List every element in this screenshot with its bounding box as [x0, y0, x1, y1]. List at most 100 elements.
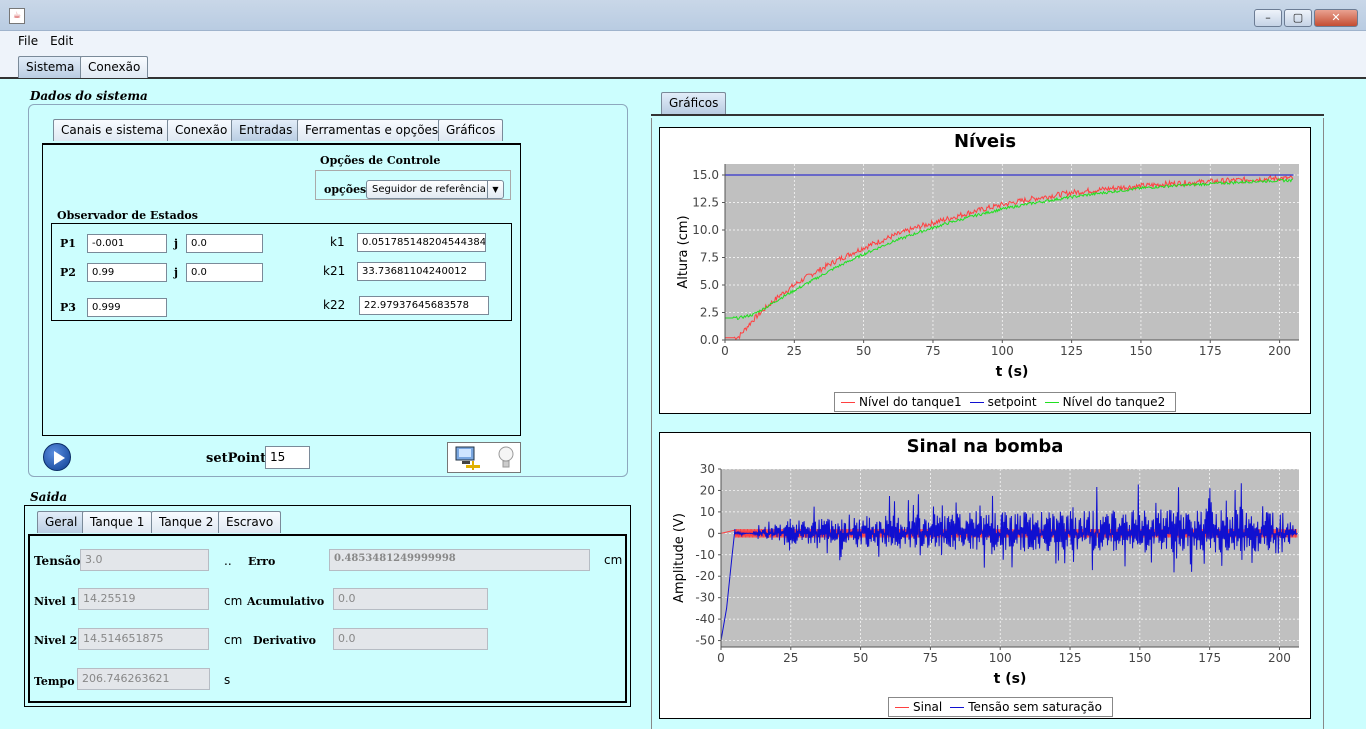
- p1-input[interactable]: -0.001: [87, 234, 167, 253]
- lightbulb-icon[interactable]: [496, 443, 516, 472]
- derivativo-field: 0.0: [333, 628, 488, 650]
- maximize-button[interactable]: ▢: [1284, 9, 1312, 27]
- k1-input[interactable]: 0.051785148204544384: [357, 233, 486, 252]
- x-tick-label: 175: [1199, 344, 1222, 358]
- p2-label: P2: [60, 266, 76, 279]
- tensao-dots: ..: [224, 554, 232, 568]
- x-tick-label: 200: [1268, 344, 1291, 358]
- title-bar: ☕ – ▢ ✕: [0, 0, 1366, 31]
- x-axis-label: t (s): [996, 364, 1029, 380]
- x-tick-label: 150: [1128, 651, 1151, 665]
- y-axis-label: Altura (cm): [676, 215, 691, 288]
- tab-entradas[interactable]: Entradas: [231, 119, 301, 141]
- tab-geral[interactable]: Geral: [37, 511, 86, 533]
- y-tick-label: -20: [695, 569, 715, 583]
- nivel2-unit: cm: [224, 633, 243, 647]
- setpoint-input[interactable]: 15: [265, 446, 310, 469]
- y-tick-label: -50: [695, 634, 715, 648]
- j1-label: j: [174, 237, 178, 250]
- tab-graficos[interactable]: Gráficos: [661, 92, 727, 114]
- p3-input[interactable]: 0.999: [87, 298, 167, 317]
- tab-ferramentas[interactable]: Ferramentas e opções: [297, 119, 447, 141]
- y-tick-label: 15.0: [692, 168, 719, 182]
- observador-title: Observador de Estados: [57, 209, 198, 222]
- menu-bar: File Edit: [0, 31, 1366, 53]
- legend-tanque2: Nível do tanque2: [1062, 395, 1166, 409]
- p2-input[interactable]: 0.99: [87, 263, 167, 282]
- window-controls: – ▢ ✕: [1254, 9, 1358, 27]
- x-tick-label: 75: [925, 344, 940, 358]
- bomba-chart: Sinal na bomba 0 25 50 75 100 125 150 175 200 -50…: [659, 432, 1311, 719]
- menu-edit[interactable]: Edit: [44, 31, 79, 53]
- nivel2-field: 14.514651875: [78, 628, 209, 650]
- dados-tabs: Canais e sistema Conexão Entradas Ferram…: [53, 119, 523, 143]
- tab-escravo[interactable]: Escravo: [218, 511, 282, 533]
- acumulativo-label: Acumulativo: [247, 595, 325, 608]
- legend-sinal: Sinal: [913, 700, 943, 714]
- k1-label: k1: [330, 235, 345, 249]
- y-tick-label: -30: [695, 591, 715, 605]
- tempo-field: 206.746263621: [77, 668, 210, 690]
- bomba-chart-svg: 0 25 50 75 100 125 150 175 200 -50 -40 -30 -20 -10 0 10…: [672, 462, 1299, 687]
- legend-swatch-tanque1: [841, 401, 855, 403]
- main-tabs: Sistema Conexão: [0, 53, 1366, 79]
- opcoes-controle-title: Opções de Controle: [320, 154, 441, 167]
- tempo-label: Tempo: [34, 675, 75, 688]
- tools-button-group: [447, 442, 521, 473]
- legend-tanque1: Nível do tanque1: [859, 395, 962, 409]
- erro-field: 0.4853481249999998: [329, 549, 590, 571]
- graficos-tab-line: [651, 114, 1324, 116]
- y-tick-label: 20: [700, 483, 715, 497]
- erro-label: Erro: [248, 555, 276, 568]
- x-tick-label: 150: [1129, 344, 1152, 358]
- legend-swatch-tanque2: [1044, 401, 1059, 403]
- j2-label: j: [174, 266, 178, 279]
- tab-sistema[interactable]: Sistema: [18, 56, 83, 78]
- tab-canais-sistema[interactable]: Canais e sistema: [53, 119, 172, 141]
- chevron-down-icon: ▼: [487, 181, 503, 198]
- opcoes-dropdown[interactable]: Seguidor de referência ▼: [366, 180, 504, 199]
- close-button[interactable]: ✕: [1314, 9, 1358, 27]
- tab-tanque1[interactable]: Tanque 1: [82, 511, 153, 533]
- setpoint-label: setPoint: [206, 451, 267, 466]
- legend-swatch-sinal: [895, 706, 909, 708]
- x-tick-label: 75: [923, 651, 938, 665]
- y-tick-label: 10: [700, 505, 715, 519]
- plot-area: [721, 469, 1299, 647]
- play-button[interactable]: [43, 443, 71, 471]
- derivativo-label: Derivativo: [253, 634, 317, 647]
- y-tick-label: 12.5: [692, 196, 719, 210]
- opcoes-dropdown-value: Seguidor de referência: [372, 184, 486, 195]
- legend-swatch-setpoint: [969, 401, 984, 403]
- x-tick-label: 100: [989, 651, 1012, 665]
- menu-file[interactable]: File: [12, 31, 44, 53]
- x-tick-label: 50: [856, 344, 871, 358]
- niveis-chart-svg: 0 25 50 75 100 125 150 175 200 0.0 2.5 5.0 7.5 10.0 12…: [676, 164, 1299, 380]
- tab-graficos-inner[interactable]: Gráficos: [438, 119, 504, 141]
- k21-label: k21: [323, 264, 346, 278]
- nivel2-label: Nivel 2: [34, 634, 78, 647]
- x-tick-label: 125: [1060, 344, 1083, 358]
- x-tick-label: 100: [991, 344, 1014, 358]
- tab-conexao-inner[interactable]: Conexão: [167, 119, 236, 141]
- j2-input[interactable]: 0.0: [186, 263, 263, 282]
- dados-title: Dados do sistema: [30, 89, 148, 103]
- k21-input[interactable]: 33.73681104240012: [357, 262, 486, 281]
- saida-title: Saida: [30, 490, 68, 504]
- minimize-button[interactable]: –: [1254, 9, 1282, 27]
- k22-input[interactable]: 22.97937645683578: [359, 296, 489, 315]
- y-tick-label: -40: [695, 612, 715, 626]
- bomba-legend: Sinal Tensão sem saturação: [888, 697, 1113, 717]
- j1-input[interactable]: 0.0: [186, 234, 263, 253]
- x-tick-label: 175: [1198, 651, 1221, 665]
- legend-swatch-tensao: [950, 706, 965, 708]
- x-tick-label: 50: [853, 651, 868, 665]
- y-tick-label: 10.0: [692, 223, 719, 237]
- tab-tanque2[interactable]: Tanque 2: [151, 511, 222, 533]
- x-tick-label: 0: [721, 344, 729, 358]
- p3-label: P3: [60, 301, 76, 314]
- tab-conexao[interactable]: Conexão: [80, 56, 149, 78]
- tensao-field: 3.0: [80, 549, 209, 571]
- niveis-chart: Níveis 0 25 50 75 100 125 150 175 200 0.0 2.5 5.0 7.…: [659, 127, 1311, 414]
- y-tick-label: 0.0: [700, 333, 719, 347]
